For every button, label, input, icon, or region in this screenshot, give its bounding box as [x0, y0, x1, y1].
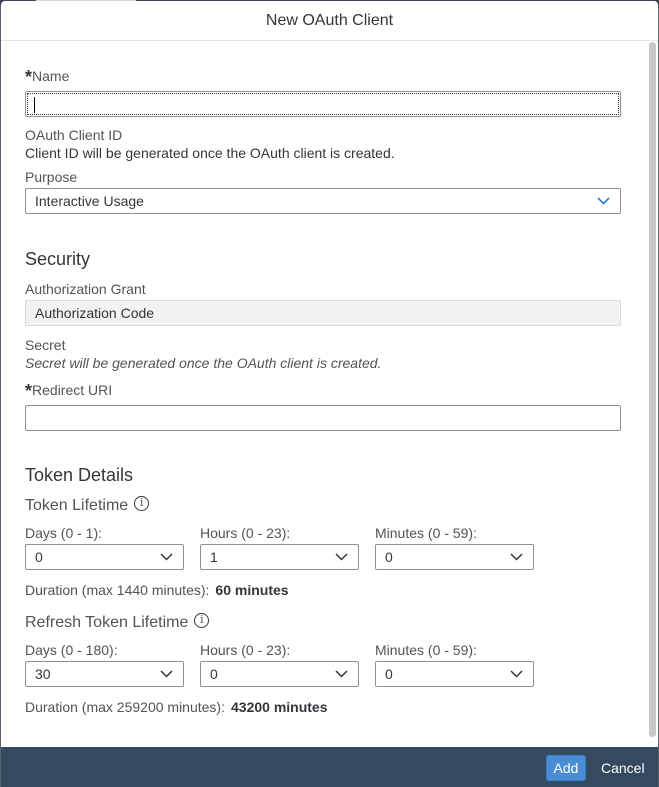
token-lifetime-title: Token Lifetime i [25, 496, 150, 515]
token-hours-select[interactable]: 1 [200, 544, 359, 570]
refresh-hours-label: Hours (0 - 23): [200, 642, 291, 658]
cancel-button[interactable]: Cancel [593, 755, 653, 781]
purpose-select[interactable]: Interactive Usage [25, 188, 621, 214]
token-minutes-label: Minutes (0 - 59): [375, 525, 477, 541]
purpose-label: Purpose [25, 169, 78, 185]
dialog-content: *Name OAuth Client ID Client ID will be … [1, 42, 658, 747]
token-days-select[interactable]: 0 [25, 544, 184, 570]
purpose-value: Interactive Usage [35, 193, 144, 209]
chevron-down-icon [160, 670, 173, 678]
redirect-uri-input[interactable] [25, 405, 621, 431]
chevron-down-icon [597, 197, 610, 205]
redirect-uri-label: *Redirect URI [25, 381, 113, 401]
content-scrollbar[interactable] [649, 42, 656, 737]
token-duration-value: 60 minutes [215, 582, 289, 598]
token-hours-label: Hours (0 - 23): [200, 525, 291, 541]
chevron-down-icon [160, 553, 173, 561]
refresh-minutes-label: Minutes (0 - 59): [375, 642, 477, 658]
refresh-duration: Duration (max 259200 minutes): 43200 minu… [25, 699, 328, 715]
grant-field: Authorization Code [25, 300, 621, 326]
client-id-label: OAuth Client ID [25, 127, 123, 143]
scrollbar-thumb[interactable] [649, 42, 656, 737]
token-days-label: Days (0 - 1): [25, 525, 103, 541]
chevron-down-icon [335, 553, 348, 561]
required-marker: * [25, 67, 33, 87]
dialog-header: New OAuth Client [1, 1, 658, 41]
add-button[interactable]: Add [546, 755, 586, 781]
refresh-days-label: Days (0 - 180): [25, 642, 118, 658]
grant-label: Authorization Grant [25, 281, 146, 297]
new-oauth-client-dialog: New OAuth Client *Name OAuth Client ID C… [1, 1, 658, 787]
secret-label: Secret [25, 337, 66, 353]
name-label: *Name [25, 67, 70, 87]
security-section-title: Security [25, 249, 91, 269]
chevron-down-icon [510, 553, 523, 561]
dialog-footer: Add Cancel [1, 747, 658, 787]
required-marker: * [25, 381, 33, 401]
name-input[interactable] [25, 91, 621, 117]
text-caret [34, 97, 35, 114]
refresh-days-select[interactable]: 30 [25, 661, 184, 687]
refresh-hours-select[interactable]: 0 [200, 661, 359, 687]
refresh-minutes-select[interactable]: 0 [375, 661, 534, 687]
info-icon[interactable]: i [134, 496, 150, 512]
secret-text: Secret will be generated once the OAuth … [25, 355, 382, 371]
refresh-token-lifetime-title: Refresh Token Lifetime i [25, 613, 210, 632]
token-minutes-select[interactable]: 0 [375, 544, 534, 570]
info-icon[interactable]: i [194, 613, 210, 629]
chevron-down-icon [510, 670, 523, 678]
chevron-down-icon [335, 670, 348, 678]
token-duration: Duration (max 1440 minutes): 60 minutes [25, 582, 289, 598]
token-details-title: Token Details [25, 465, 134, 485]
dialog-title: New OAuth Client [265, 11, 394, 29]
client-id-text: Client ID will be generated once the OAu… [25, 145, 395, 161]
refresh-duration-value: 43200 minutes [231, 699, 328, 715]
